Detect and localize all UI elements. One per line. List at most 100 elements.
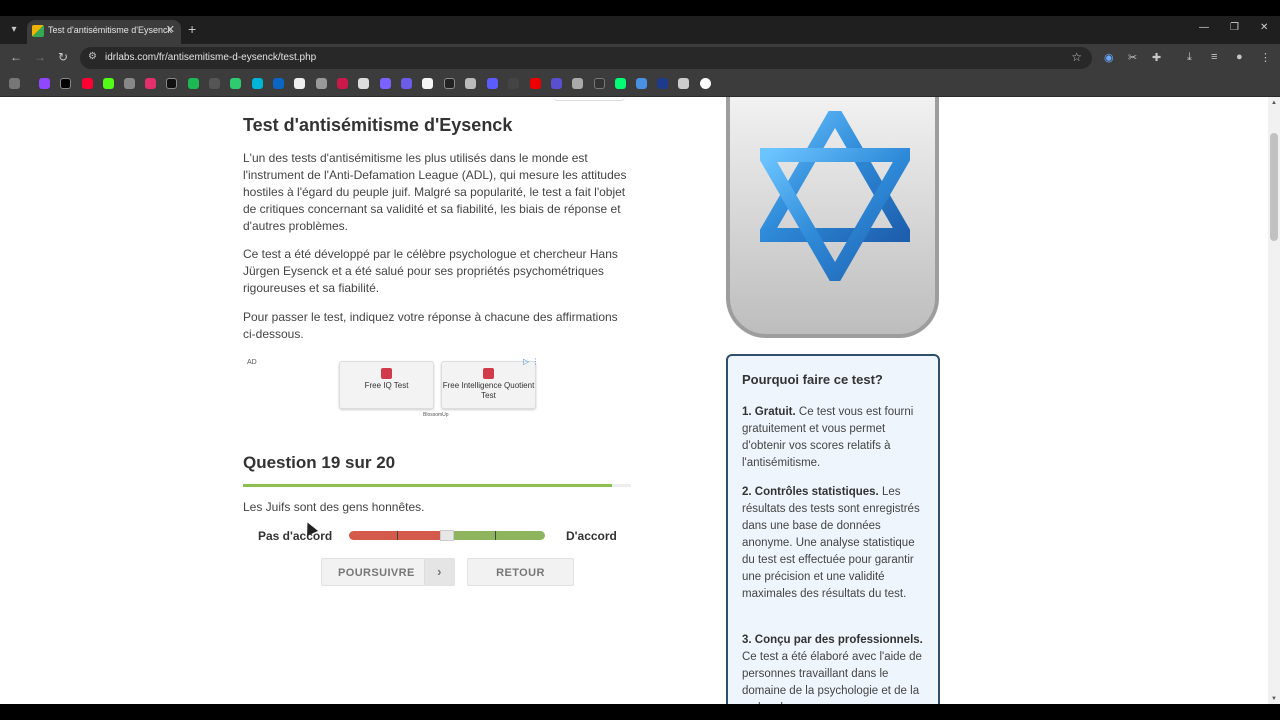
ad-card-label: Free IQ Test	[364, 381, 409, 390]
slider-agree-track[interactable]	[454, 531, 545, 540]
continue-label: POURSUIVRE	[338, 567, 415, 579]
reload-icon[interactable]: ↻	[58, 50, 68, 64]
slider-handle[interactable]	[440, 530, 454, 541]
bookmark-icon[interactable]	[60, 78, 71, 89]
download-icon[interactable]: ⤓	[1187, 51, 1192, 64]
puzzle-icon[interactable]: ✚	[1152, 51, 1161, 64]
forward-icon[interactable]: →	[34, 50, 46, 64]
bookmark-icon[interactable]	[508, 78, 519, 89]
profile-icon[interactable]: ●	[1236, 51, 1243, 63]
bookmark-icon[interactable]	[145, 78, 156, 89]
bookmark-icon[interactable]	[188, 78, 199, 89]
bookmark-icon[interactable]	[82, 78, 93, 89]
tab-close-icon[interactable]: ✕	[166, 23, 175, 36]
back-label: RETOUR	[496, 567, 545, 579]
extension-icon[interactable]: ◉	[1104, 51, 1114, 64]
ad-banner[interactable]: AD Free IQ Test Free Intelligence Quotie…	[243, 357, 543, 419]
bookmark-icon[interactable]	[422, 78, 433, 89]
slider-disagree-track[interactable]	[349, 531, 440, 540]
why-take-test-box: Pourquoi faire ce test? 1. Gratuit. Ce t…	[726, 354, 940, 704]
gift-icon	[381, 368, 392, 379]
browser-window: ▾ Test d'antisémitisme d'Eysenck ✕ + — ❐…	[0, 16, 1280, 704]
favicon-icon	[32, 25, 44, 37]
bookmark-icon[interactable]	[487, 78, 498, 89]
address-bar[interactable]: ⚙ idrlabs.com/fr/antisemitisme-d-eysenck…	[80, 47, 1092, 69]
menu-icon[interactable]: ⋮	[1260, 51, 1271, 64]
gift-icon	[483, 368, 494, 379]
bookmark-icon[interactable]	[530, 78, 541, 89]
agreement-slider[interactable]	[349, 530, 545, 541]
hero-image	[726, 97, 939, 338]
why-title: Pourquoi faire ce test?	[742, 372, 883, 387]
bookmark-icon[interactable]	[252, 78, 263, 89]
bookmark-icon[interactable]	[594, 78, 605, 89]
scrollbar[interactable]: ▲ ▼	[1268, 97, 1280, 704]
restore-icon[interactable]: ❐	[1230, 22, 1239, 33]
bookmark-icon[interactable]	[380, 78, 391, 89]
intro-paragraph: Ce test a été développé par le célèbre p…	[243, 247, 618, 295]
scale-label-disagree: Pas d'accord	[258, 529, 333, 543]
extension-icon[interactable]: ✂	[1128, 51, 1137, 64]
toolbar: ← → ↻ ⚙ idrlabs.com/fr/antisemitisme-d-e…	[0, 44, 1280, 72]
bookmark-icon[interactable]	[230, 78, 241, 89]
bookmark-icon[interactable]	[444, 78, 455, 89]
chevron-right-icon: ›	[424, 559, 454, 585]
divider	[553, 97, 625, 101]
ad-choices-icon[interactable]: ▷ ⋮	[523, 357, 539, 366]
ad-card[interactable]: Free Intelligence Quotient Test	[441, 361, 536, 409]
bookmark-icon[interactable]	[615, 78, 626, 89]
slider-tick	[495, 531, 496, 540]
bookmark-icon[interactable]	[103, 78, 114, 89]
bookmark-icon[interactable]	[700, 78, 711, 89]
ad-card[interactable]: Free IQ Test	[339, 361, 434, 409]
media-icon[interactable]: ≡	[1211, 51, 1217, 63]
why-item-heading: 1. Gratuit.	[742, 406, 796, 418]
bookmark-icon[interactable]	[209, 78, 220, 89]
scroll-down-icon[interactable]: ▼	[1271, 696, 1277, 702]
bookmark-icon[interactable]	[572, 78, 583, 89]
new-tab-icon[interactable]: +	[188, 21, 196, 37]
bookmark-icon[interactable]	[465, 78, 476, 89]
why-item: 1. Gratuit. Ce test vous est fourni grat…	[742, 404, 928, 472]
minimize-icon[interactable]: —	[1199, 22, 1209, 33]
bookmark-icon[interactable]	[39, 78, 50, 89]
back-icon[interactable]: ←	[10, 50, 22, 64]
bookmark-icon[interactable]	[294, 78, 305, 89]
bookmark-icon[interactable]	[316, 78, 327, 89]
site-info-icon[interactable]: ⚙	[88, 51, 97, 62]
bookmark-icon[interactable]	[657, 78, 668, 89]
bookmark-icon[interactable]	[678, 78, 689, 89]
ad-card-label: Free Intelligence Quotient Test	[442, 381, 535, 400]
why-item: 2. Contrôles statistiques. Les résultats…	[742, 484, 928, 603]
tab-search-icon[interactable]: ▾	[6, 22, 22, 38]
active-tab[interactable]: Test d'antisémitisme d'Eysenck ✕	[27, 20, 181, 44]
bookmark-icon[interactable]	[273, 78, 284, 89]
tab-title: Test d'antisémitisme d'Eysenck	[48, 25, 172, 35]
bookmark-icon[interactable]	[337, 78, 348, 89]
apps-icon[interactable]	[9, 78, 20, 89]
scroll-up-icon[interactable]: ▲	[1271, 100, 1277, 106]
star-of-david-icon	[760, 111, 910, 281]
close-window-icon[interactable]: ✕	[1260, 22, 1268, 33]
page-title: Test d'antisémitisme d'Eysenck	[243, 115, 513, 135]
bookmark-icon[interactable]	[124, 78, 135, 89]
bookmark-icon[interactable]	[358, 78, 369, 89]
why-item-heading: 3. Conçu par des professionnels.	[742, 634, 923, 646]
scrollbar-thumb[interactable]	[1270, 133, 1278, 241]
bookmark-icon[interactable]	[636, 78, 647, 89]
bookmark-star-icon[interactable]: ☆	[1071, 50, 1082, 64]
why-item-text: Ce test a été élaboré avec l'aide de per…	[742, 651, 922, 704]
bookmark-icon[interactable]	[166, 78, 177, 89]
why-item: 3. Conçu par des professionnels. Ce test…	[742, 632, 928, 704]
bookmark-icon[interactable]	[551, 78, 562, 89]
bookmark-icon[interactable]	[401, 78, 412, 89]
question-statement: Les Juifs sont des gens honnêtes.	[243, 500, 425, 514]
progress-bar	[243, 484, 631, 487]
continue-button[interactable]: POURSUIVRE ›	[321, 558, 455, 586]
progress-fill	[243, 484, 612, 487]
back-button[interactable]: RETOUR	[467, 558, 574, 586]
intro-paragraph: Pour passer le test, indiquez votre répo…	[243, 310, 618, 341]
why-item-text: Les résultats des tests sont enregistrés…	[742, 486, 920, 600]
url-text[interactable]: idrlabs.com/fr/antisemitisme-d-eysenck/t…	[105, 52, 316, 63]
page-content: Test d'antisémitisme d'Eysenck L'un des …	[0, 97, 1280, 704]
